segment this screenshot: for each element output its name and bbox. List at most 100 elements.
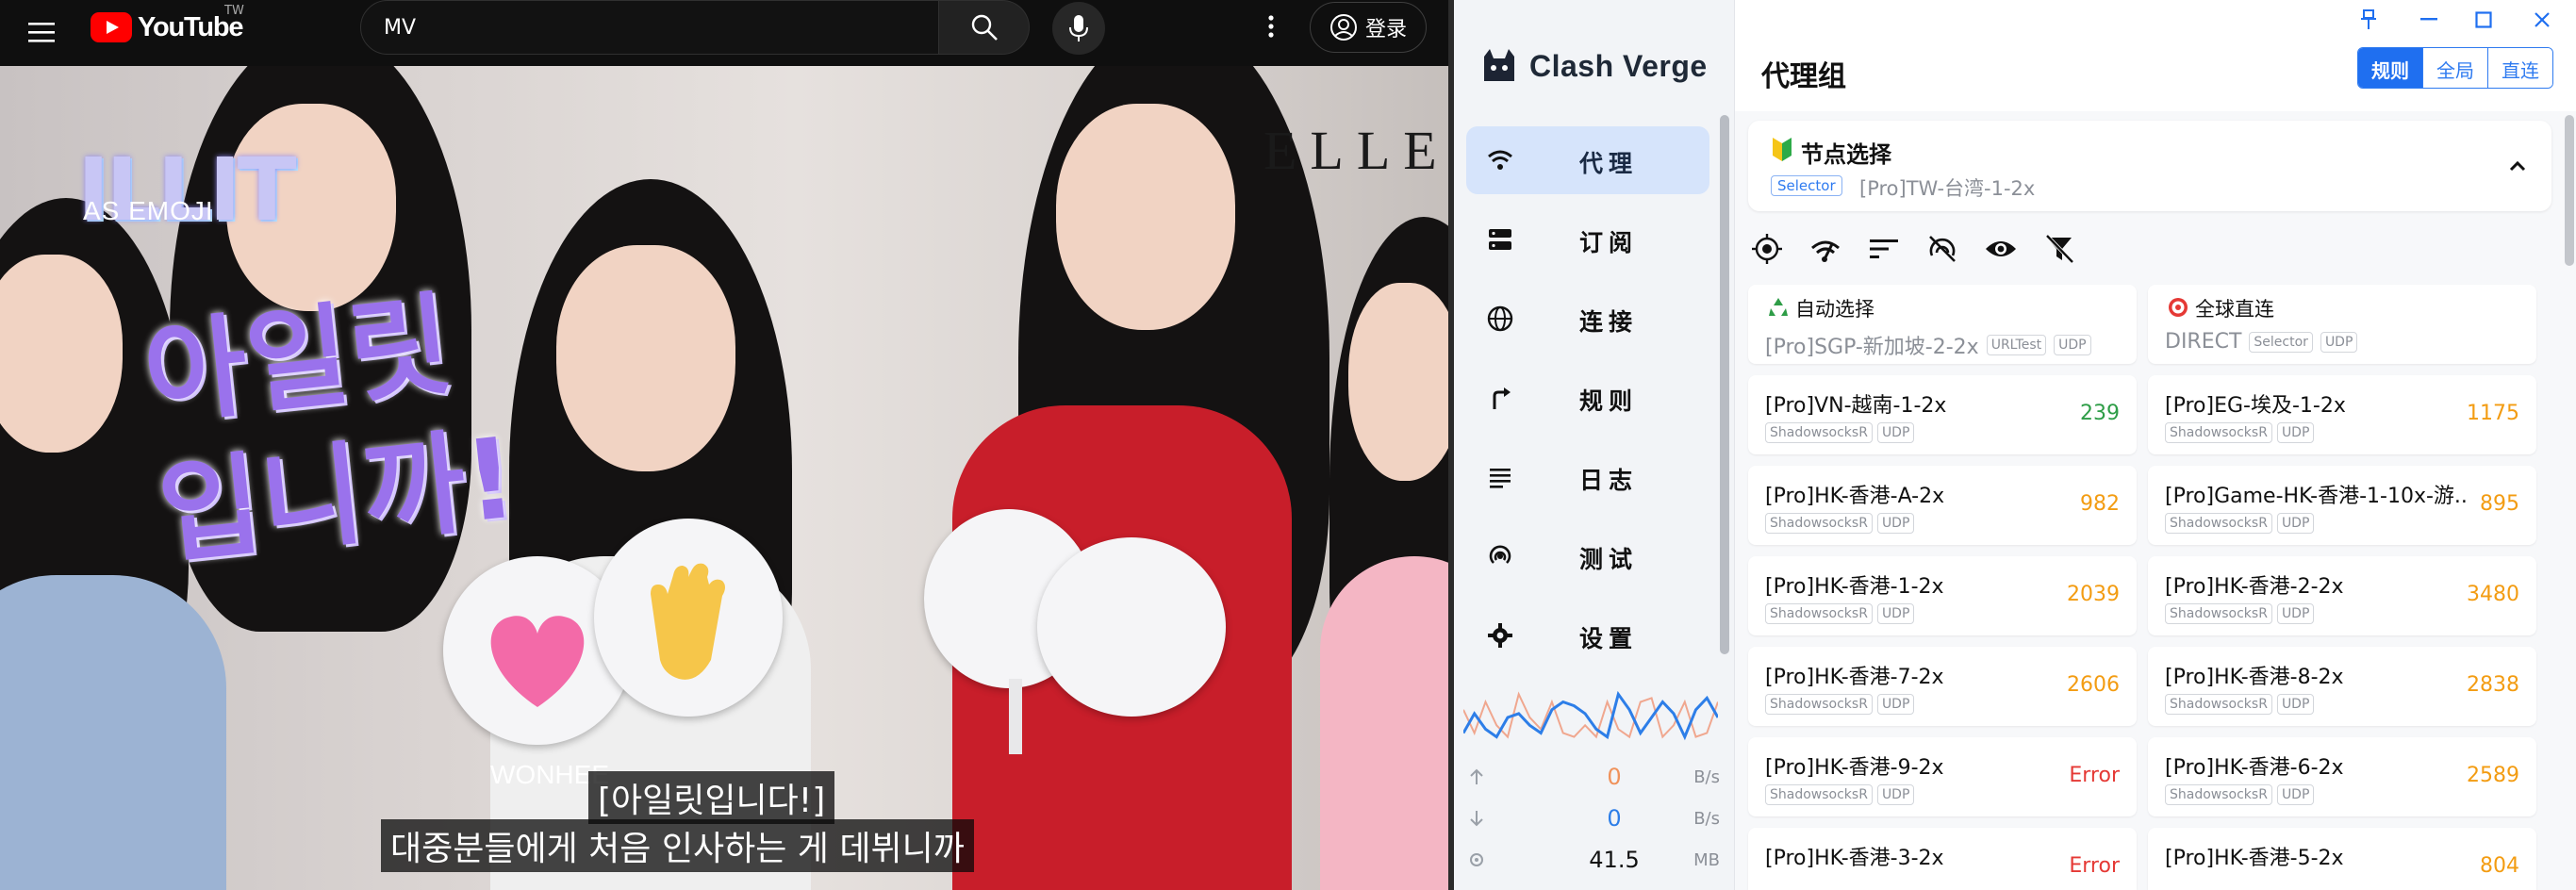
proxy-delay[interactable]: 895 bbox=[2480, 492, 2519, 516]
proxy-name: [Pro]HK-香港-9-2x bbox=[1765, 756, 1944, 780]
sidebar-scrollbar[interactable] bbox=[1720, 115, 1729, 654]
group-name: 节点选择 bbox=[1801, 141, 1891, 168]
arrow-down-icon bbox=[1470, 811, 1483, 827]
nav-item-proxies[interactable]: 代理 bbox=[1466, 126, 1709, 194]
proxy-delay[interactable]: Error bbox=[2069, 764, 2120, 787]
elle-watermark: ELLE bbox=[1263, 120, 1448, 181]
proxy-tags: ShadowsocksR UDP bbox=[1765, 784, 1915, 805]
subgroup-auto-select[interactable]: 自动选择 [Pro]SGP-新加坡-2-2x URLTest UDP bbox=[1748, 285, 2137, 364]
udp-tag: UDP bbox=[1876, 422, 1915, 443]
search-icon bbox=[971, 14, 998, 41]
proxy-mode-switch: 规则 全局 直连 bbox=[2357, 47, 2553, 89]
sign-in-button[interactable]: 登录 bbox=[1310, 2, 1427, 53]
person-face bbox=[1056, 104, 1235, 330]
nav-item-settings[interactable]: 设置 bbox=[1466, 602, 1709, 669]
pin-icon[interactable] bbox=[2350, 6, 2387, 34]
youtube-logo[interactable]: YouTube bbox=[91, 12, 244, 42]
proxy-item[interactable]: [Pro]HK-香港-8-2x ShadowsocksR UDP 2838 bbox=[2148, 647, 2536, 726]
minimize-icon[interactable] bbox=[2410, 6, 2448, 34]
nav-item-profiles[interactable]: 订阅 bbox=[1466, 206, 1709, 273]
mode-rule-button[interactable]: 规则 bbox=[2358, 48, 2423, 88]
proxy-item[interactable]: [Pro]HK-香港-5-2x 804 bbox=[2148, 828, 2536, 890]
cancel-filter-icon[interactable] bbox=[2042, 232, 2076, 266]
proxy-item[interactable]: [Pro]HK-香港-1-2x ShadowsocksR UDP 2039 bbox=[1748, 556, 2137, 635]
udp-tag: UDP bbox=[2276, 694, 2315, 715]
mode-direct-button[interactable]: 直连 bbox=[2488, 48, 2552, 88]
subgroup-name: 自动选择 bbox=[1795, 298, 1874, 321]
maximize-icon[interactable] bbox=[2465, 6, 2502, 34]
proxy-item[interactable]: [Pro]VN-越南-1-2x ShadowsocksR UDP 239 bbox=[1748, 375, 2137, 454]
proxy-tags: ShadowsocksR UDP bbox=[1765, 513, 1915, 534]
subgroup-current: [Pro]SGP-新加坡-2-2x URLTest UDP bbox=[1765, 330, 2091, 360]
proxy-item[interactable]: [Pro]HK-香港-3-2x Error bbox=[1748, 828, 2137, 890]
proxy-name: [Pro]HK-香港-3-2x bbox=[1765, 847, 1944, 870]
nav-label: 测试 bbox=[1579, 546, 1639, 573]
protocol-tag: ShadowsocksR bbox=[1765, 603, 1873, 624]
subgroup-current-proxy: DIRECT bbox=[2165, 330, 2242, 354]
proxy-delay[interactable]: 2606 bbox=[2067, 673, 2120, 697]
proxy-delay[interactable]: Error bbox=[2069, 854, 2120, 878]
nav-item-rules[interactable]: 规则 bbox=[1466, 364, 1709, 432]
microphone-icon bbox=[1069, 15, 1088, 41]
memory-usage-row: 41.5 MB bbox=[1454, 845, 1735, 882]
nav-label: 订阅 bbox=[1579, 229, 1639, 256]
proxy-delay[interactable]: 2589 bbox=[2467, 764, 2519, 787]
memory-value: 41.5 bbox=[1589, 847, 1640, 873]
cat-logo-icon bbox=[1484, 49, 1514, 81]
hamburger-menu-icon[interactable] bbox=[21, 11, 62, 53]
server-icon bbox=[1489, 229, 1511, 250]
proxy-delay[interactable]: 982 bbox=[2080, 492, 2120, 516]
main-scrollbar[interactable] bbox=[2565, 115, 2574, 266]
nav-item-test[interactable]: 测试 bbox=[1466, 522, 1709, 590]
person-face bbox=[1348, 283, 1448, 481]
close-icon[interactable] bbox=[2523, 6, 2561, 34]
group-toolbar bbox=[1750, 232, 2076, 270]
proxy-name: [Pro]EG-埃及-1-2x bbox=[2165, 394, 2346, 418]
sort-icon[interactable] bbox=[1867, 232, 1901, 266]
proxy-item[interactable]: [Pro]Game-HK-香港-1-10x-游... ShadowsocksR U… bbox=[2148, 466, 2536, 545]
proxy-item[interactable]: [Pro]HK-香港-7-2x ShadowsocksR UDP 2606 bbox=[1748, 647, 2137, 726]
search-button[interactable] bbox=[939, 0, 1030, 55]
locate-icon[interactable] bbox=[1750, 232, 1784, 266]
proxy-name: [Pro]HK-香港-6-2x bbox=[2165, 756, 2344, 780]
subgroup-global-direct[interactable]: 全球直连 DIRECT Selector UDP bbox=[2148, 285, 2536, 364]
nav-item-logs[interactable]: 日志 bbox=[1466, 443, 1709, 511]
proxy-delay[interactable]: 2039 bbox=[2067, 583, 2120, 606]
video-player[interactable]: ILLIT AS EMOJI ELLE 아일릿 입니까! WONHEE [아일릿… bbox=[0, 66, 1448, 890]
proxy-tags: ShadowsocksR UDP bbox=[2165, 513, 2315, 534]
nav-item-connections[interactable]: 连接 bbox=[1466, 285, 1709, 353]
proxy-delay[interactable]: 3480 bbox=[2467, 583, 2519, 606]
sign-in-label: 登录 bbox=[1364, 18, 1407, 41]
mode-global-button[interactable]: 全局 bbox=[2423, 48, 2488, 88]
proxy-item[interactable]: [Pro]HK-香港-A-2x ShadowsocksR UDP 982 bbox=[1748, 466, 2137, 545]
page-header: 代理组 规则 全局 直连 bbox=[1735, 0, 2576, 111]
proxy-item[interactable]: [Pro]HK-香港-9-2x ShadowsocksR UDP Error bbox=[1748, 737, 2137, 816]
proxy-delay[interactable]: 804 bbox=[2480, 854, 2519, 878]
proxy-group-card[interactable]: 节点选择 Selector [Pro]TW-台湾-1-2x bbox=[1748, 121, 2551, 211]
proxy-item[interactable]: [Pro]HK-香港-6-2x ShadowsocksR UDP 2589 bbox=[2148, 737, 2536, 816]
search-input[interactable]: MV bbox=[360, 0, 939, 55]
proxy-tags: ShadowsocksR UDP bbox=[2165, 422, 2315, 443]
eye-icon[interactable] bbox=[1984, 232, 2018, 266]
protocol-tag: ShadowsocksR bbox=[1765, 784, 1873, 805]
proxy-item[interactable]: [Pro]HK-香港-2-2x ShadowsocksR UDP 3480 bbox=[2148, 556, 2536, 635]
proxy-delay[interactable]: 239 bbox=[2080, 402, 2120, 425]
korean-title-overlay: 아일릿 입니까! bbox=[138, 278, 522, 580]
protocol-tag: ShadowsocksR bbox=[1765, 513, 1873, 534]
chevron-up-icon[interactable] bbox=[2504, 153, 2531, 179]
list-icon bbox=[1490, 469, 1511, 488]
app-brand: Clash Verge bbox=[1480, 47, 1708, 85]
type-tag: URLTest bbox=[1986, 335, 2047, 355]
voice-search-button[interactable] bbox=[1052, 2, 1105, 55]
memory-unit: MB bbox=[1693, 850, 1720, 870]
nav-label: 设置 bbox=[1579, 625, 1639, 652]
speed-test-icon[interactable] bbox=[1808, 232, 1842, 266]
proxy-delay[interactable]: 2838 bbox=[2467, 673, 2519, 697]
subgroup-name: 全球直连 bbox=[2195, 298, 2274, 321]
proxy-delay[interactable]: 1175 bbox=[2467, 402, 2519, 425]
more-options-icon[interactable] bbox=[1252, 8, 1290, 45]
filter-off-icon[interactable] bbox=[1925, 232, 1959, 266]
youtube-topbar: YouTube TW MV 登录 bbox=[0, 0, 1448, 66]
page-title: 代理组 bbox=[1761, 60, 1846, 93]
proxy-item[interactable]: [Pro]EG-埃及-1-2x ShadowsocksR UDP 1175 bbox=[2148, 375, 2536, 454]
